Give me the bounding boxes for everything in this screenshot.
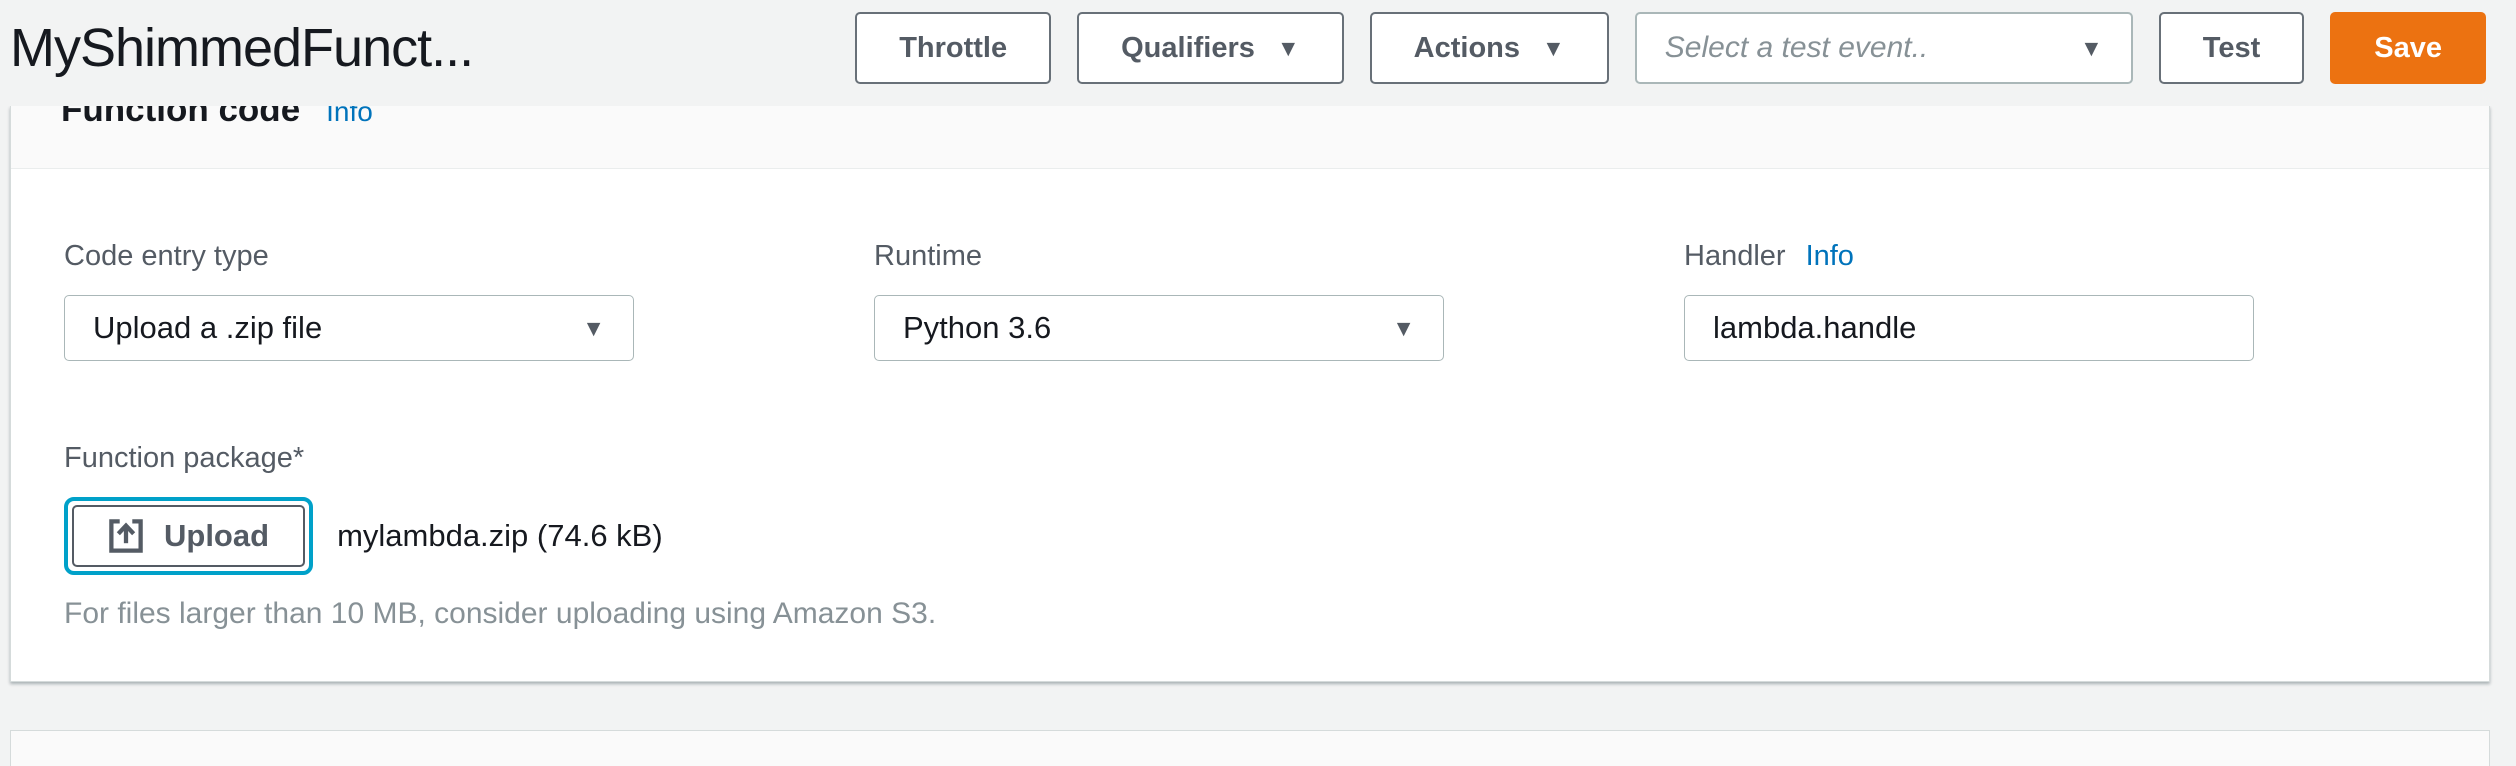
chevron-down-icon: ▼ <box>1277 37 1300 60</box>
header-controls: Throttle Qualifiers ▼ Actions ▼ Select a… <box>855 12 2486 84</box>
runtime-value: Python 3.6 <box>903 310 1051 346</box>
function-code-panel-body: Code entry type Upload a .zip file ▼ Run… <box>11 169 2489 631</box>
function-package-label: Function package* <box>64 441 2436 475</box>
save-button-label: Save <box>2374 32 2442 65</box>
function-name-title: MyShimmedFunct... <box>10 17 473 79</box>
test-button[interactable]: Test <box>2159 12 2304 84</box>
code-entry-type-label: Code entry type <box>64 239 634 273</box>
chevron-down-icon: ▼ <box>2080 37 2103 60</box>
test-event-select[interactable]: Select a test event.. ▼ <box>1635 12 2133 84</box>
function-package-row: Upload mylambda.zip (74.6 kB) <box>64 497 2436 575</box>
uploaded-file-info: mylambda.zip (74.6 kB) <box>337 518 663 554</box>
chevron-down-icon: ▼ <box>1542 37 1565 60</box>
test-button-label: Test <box>2203 32 2260 65</box>
actions-button-label: Actions <box>1414 32 1520 65</box>
actions-dropdown-button[interactable]: Actions ▼ <box>1370 12 1609 84</box>
handler-input[interactable] <box>1684 295 2254 361</box>
upload-button[interactable]: Upload <box>72 505 305 567</box>
test-event-select-placeholder: Select a test event.. <box>1665 31 1928 65</box>
function-code-info-link[interactable]: Info <box>326 106 373 128</box>
code-entry-type-value: Upload a .zip file <box>93 310 322 346</box>
upload-button-focus-ring: Upload <box>64 497 313 575</box>
save-button[interactable]: Save <box>2330 12 2486 84</box>
qualifiers-button-label: Qualifiers <box>1121 32 1255 65</box>
throttle-button-label: Throttle <box>899 32 1007 65</box>
code-entry-type-field: Code entry type Upload a .zip file ▼ <box>64 239 634 361</box>
function-code-panel-header: Function code Info <box>11 106 2489 169</box>
runtime-label: Runtime <box>874 239 1444 273</box>
qualifiers-dropdown-button[interactable]: Qualifiers ▼ <box>1077 12 1344 84</box>
upload-helper-text: For files larger than 10 MB, consider up… <box>64 597 2436 631</box>
function-header-row: MyShimmedFunct... Throttle Qualifiers ▼ … <box>0 0 2516 96</box>
function-code-heading-row: Function code Info <box>61 106 2489 130</box>
throttle-button[interactable]: Throttle <box>855 12 1051 84</box>
function-header-bar: MyShimmedFunct... Throttle Qualifiers ▼ … <box>0 0 2516 106</box>
runtime-field: Runtime Python 3.6 ▼ <box>874 239 1444 361</box>
chevron-down-icon: ▼ <box>582 317 605 340</box>
chevron-down-icon: ▼ <box>1392 317 1415 340</box>
upload-icon <box>108 518 144 554</box>
handler-info-link[interactable]: Info <box>1806 239 1854 273</box>
code-settings-grid: Code entry type Upload a .zip file ▼ Run… <box>64 239 2436 361</box>
upload-button-label: Upload <box>164 518 269 554</box>
handler-label-row: Handler Info <box>1684 239 2254 273</box>
code-entry-type-select[interactable]: Upload a .zip file ▼ <box>64 295 634 361</box>
handler-field: Handler Info <box>1684 239 2254 361</box>
handler-label: Handler <box>1684 239 1786 273</box>
function-code-panel: Function code Info Code entry type Uploa… <box>10 106 2490 682</box>
next-panel-top-sliver <box>10 730 2490 766</box>
runtime-select[interactable]: Python 3.6 ▼ <box>874 295 1444 361</box>
function-code-heading: Function code <box>61 106 300 130</box>
